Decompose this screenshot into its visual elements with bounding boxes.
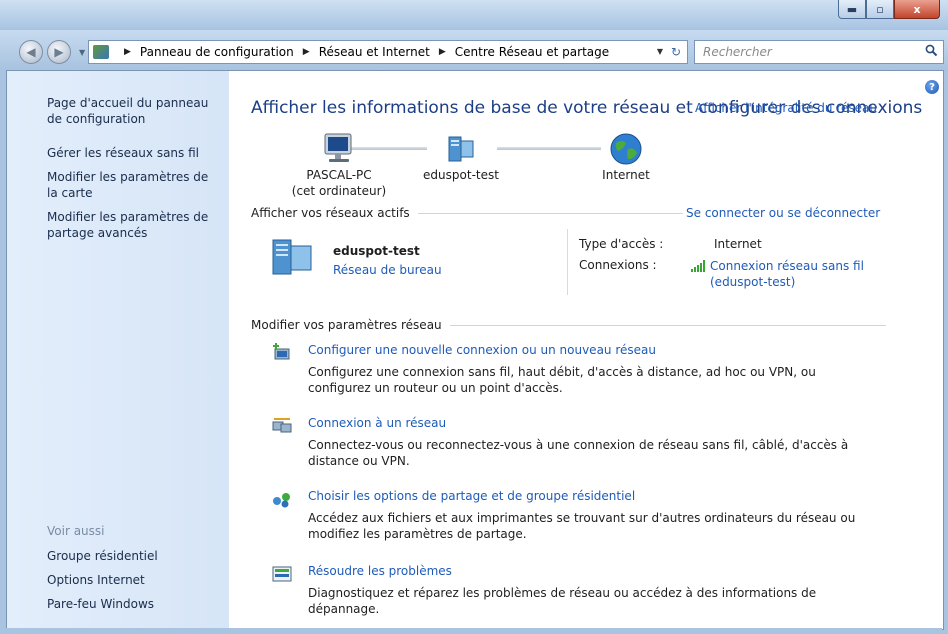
- search-input[interactable]: Rechercher: [703, 45, 772, 59]
- breadcrumb-network-sharing-center[interactable]: Centre Réseau et partage: [453, 45, 611, 59]
- forward-button[interactable]: ▶: [47, 40, 71, 64]
- troubleshoot-link[interactable]: Résoudre les problèmes: [308, 564, 452, 578]
- main-panel: ? Afficher les informations de base de v…: [229, 71, 943, 629]
- access-type-label: Type d'accès :: [579, 237, 664, 251]
- network-name: eduspot-test: [423, 168, 499, 182]
- see-also-heading: Voir aussi: [47, 524, 105, 538]
- new-connection-link[interactable]: Configurer une nouvelle connexion ou un …: [308, 343, 656, 357]
- task-troubleshoot: Résoudre les problèmes Diagnostiquez et …: [271, 564, 871, 616]
- address-bar-controls: ▼ ↻: [657, 44, 685, 59]
- internet-label: Internet: [602, 168, 650, 182]
- close-button[interactable]: x: [894, 0, 940, 19]
- maximize-button[interactable]: ▫: [866, 0, 894, 19]
- task-description: Configurez une connexion sans fil, haut …: [308, 365, 816, 395]
- control-panel-icon: [93, 45, 109, 59]
- map-node-computer[interactable]: PASCAL-PC (cet ordinateur): [279, 131, 399, 199]
- computer-icon: [321, 131, 357, 167]
- connect-network-link[interactable]: Connexion à un réseau: [308, 416, 446, 430]
- task-description: Diagnostiquez et réparez les problèmes d…: [308, 586, 817, 616]
- breadcrumb-separator-icon[interactable]: ▶: [432, 47, 453, 57]
- homegroup-sharing-icon: [271, 489, 293, 509]
- map-connector: [497, 147, 601, 150]
- wireless-connection-link[interactable]: Connexion réseau sans fil (eduspot-test): [691, 258, 864, 290]
- sidebar-link-adapter-settings[interactable]: Modifier les paramètres de la carte: [47, 169, 222, 201]
- computer-note: (cet ordinateur): [291, 184, 387, 198]
- address-history-dropdown-icon[interactable]: ▼: [657, 47, 663, 56]
- connect-disconnect-link[interactable]: Se connecter ou se déconnecter: [686, 206, 880, 220]
- breadcrumb: ▶ Panneau de configuration ▶ Réseau et I…: [117, 45, 611, 59]
- breadcrumb-separator-icon[interactable]: ▶: [117, 47, 138, 57]
- task-sharing-options: Choisir les options de partage et de gro…: [271, 489, 871, 541]
- breadcrumb-control-panel[interactable]: Panneau de configuration: [138, 45, 296, 59]
- task-description: Accédez aux fichiers et aux imprimantes …: [308, 511, 856, 541]
- address-bar[interactable]: ▶ Panneau de configuration ▶ Réseau et I…: [88, 40, 688, 64]
- change-settings-heading: Modifier vos paramètres réseau: [251, 318, 886, 332]
- new-connection-icon: [271, 343, 293, 363]
- search-icon[interactable]: [925, 44, 938, 61]
- divider: [449, 324, 886, 326]
- active-network-name: eduspot-test: [333, 244, 420, 258]
- recent-pages-dropdown-icon[interactable]: ▼: [79, 48, 85, 57]
- signal-strength-icon: [691, 260, 707, 272]
- network-sharing-center-window: ▬ ▫ x ◀ ▶ ▼ ▶ Panneau de configuration ▶…: [0, 0, 948, 634]
- connections-label: Connexions :: [579, 258, 657, 272]
- globe-icon: [608, 131, 644, 167]
- task-connect-network: Connexion à un réseau Connectez-vous ou …: [271, 416, 871, 468]
- active-networks-title: Afficher vos réseaux actifs: [251, 206, 410, 220]
- window-bottom-border: [6, 628, 942, 634]
- back-button[interactable]: ◀: [19, 40, 43, 64]
- sidebar-link-homegroup[interactable]: Groupe résidentiel: [47, 548, 222, 564]
- content-pane: Page d'accueil du panneau de configurati…: [6, 70, 944, 630]
- map-node-network[interactable]: eduspot-test: [411, 131, 511, 183]
- sidebar-link-manage-wireless[interactable]: Gérer les réseaux sans fil: [47, 145, 222, 161]
- change-settings-title: Modifier vos paramètres réseau: [251, 318, 442, 332]
- sidebar-link-windows-firewall[interactable]: Pare-feu Windows: [47, 596, 222, 612]
- connection-name: Connexion réseau sans fil: [710, 259, 864, 273]
- full-map-link[interactable]: Afficher l'intégralité du réseau: [695, 101, 877, 115]
- title-bar[interactable]: ▬ ▫ x: [0, 0, 948, 30]
- window-controls: ▬ ▫ x: [838, 0, 940, 19]
- network-type-link[interactable]: Réseau de bureau: [333, 263, 442, 277]
- divider: [567, 229, 568, 295]
- active-networks-heading: Afficher vos réseaux actifs: [251, 206, 683, 220]
- access-type-value: Internet: [714, 237, 762, 251]
- connect-network-icon: [271, 416, 293, 436]
- connection-ssid: (eduspot-test): [710, 275, 796, 289]
- sidebar-link-advanced-sharing[interactable]: Modifier les paramètres de partage avanc…: [47, 209, 222, 241]
- divider: [417, 212, 683, 214]
- navigation-bar: ◀ ▶ ▼ ▶ Panneau de configuration ▶ Résea…: [0, 30, 948, 68]
- minimize-button[interactable]: ▬: [838, 0, 866, 19]
- task-description: Connectez-vous ou reconnectez-vous à une…: [308, 438, 849, 468]
- sharing-options-link[interactable]: Choisir les options de partage et de gro…: [308, 489, 635, 503]
- breadcrumb-network-internet[interactable]: Réseau et Internet: [317, 45, 432, 59]
- map-node-internet[interactable]: Internet: [591, 131, 661, 183]
- sidebar-link-control-panel-home[interactable]: Page d'accueil du panneau de configurati…: [47, 95, 222, 127]
- office-network-icon: [271, 236, 317, 276]
- sidebar-link-internet-options[interactable]: Options Internet: [47, 572, 222, 588]
- network-map: PASCAL-PC (cet ordinateur) eduspot-test: [251, 131, 671, 199]
- search-box[interactable]: Rechercher: [694, 40, 944, 64]
- breadcrumb-separator-icon[interactable]: ▶: [296, 47, 317, 57]
- sidebar: Page d'accueil du panneau de configurati…: [7, 71, 229, 629]
- help-icon[interactable]: ?: [925, 80, 939, 94]
- network-icon: [443, 131, 479, 167]
- task-new-connection: Configurer une nouvelle connexion ou un …: [271, 343, 871, 395]
- refresh-icon[interactable]: ↻: [667, 44, 685, 59]
- troubleshoot-icon: [271, 564, 293, 584]
- computer-name: PASCAL-PC: [306, 168, 372, 182]
